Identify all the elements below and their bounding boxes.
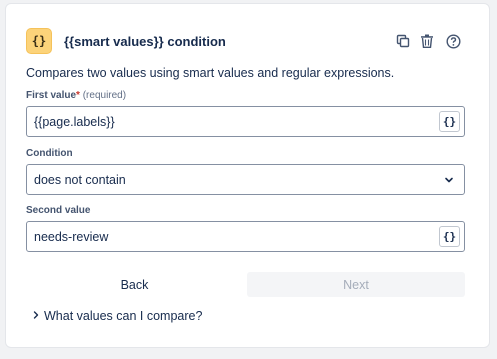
trash-icon[interactable] xyxy=(418,32,436,50)
braces-icon: {} xyxy=(442,230,457,243)
back-button[interactable]: Back xyxy=(26,272,243,297)
chevron-down-icon xyxy=(445,177,453,183)
badge-text: {} xyxy=(31,34,47,48)
duplicate-icon[interactable] xyxy=(394,32,412,50)
condition-selected-value: does not contain xyxy=(34,173,126,187)
first-value-text: {{page.labels}} xyxy=(34,115,115,129)
smart-values-badge-icon: {} xyxy=(26,28,52,54)
braces-icon: {} xyxy=(442,115,457,128)
required-hint: (required) xyxy=(82,90,127,101)
card-title: {{smart values}} condition xyxy=(64,34,226,49)
second-value-text: needs-review xyxy=(34,230,109,244)
first-value-label: First value* (required) xyxy=(26,90,126,101)
first-value-smart-value-button[interactable]: {} xyxy=(439,111,460,132)
help-icon[interactable] xyxy=(444,32,462,50)
disclosure-label: What values can I compare? xyxy=(44,309,203,323)
second-value-field[interactable]: needs-review {} xyxy=(26,221,465,252)
second-value-label: Second value xyxy=(26,205,90,216)
condition-label: Condition xyxy=(26,148,73,159)
condition-label-text: Condition xyxy=(26,148,73,159)
second-value-smart-value-button[interactable]: {} xyxy=(439,226,460,247)
card-header: {} {{smart values}} condition xyxy=(26,26,471,56)
compare-values-disclosure[interactable]: What values can I compare? xyxy=(30,309,202,323)
first-value-field[interactable]: {{page.labels}} {} xyxy=(26,106,465,137)
card-description: Compares two values using smart values a… xyxy=(26,66,395,80)
condition-card: {} {{smart values}} condition Compares t… xyxy=(5,3,490,348)
chevron-right-icon xyxy=(33,311,39,319)
condition-select[interactable]: does not contain xyxy=(26,164,465,195)
first-value-label-text: First value xyxy=(26,90,77,101)
required-marker: * xyxy=(76,90,80,101)
next-button[interactable]: Next xyxy=(247,272,465,297)
second-value-label-text: Second value xyxy=(26,205,91,216)
